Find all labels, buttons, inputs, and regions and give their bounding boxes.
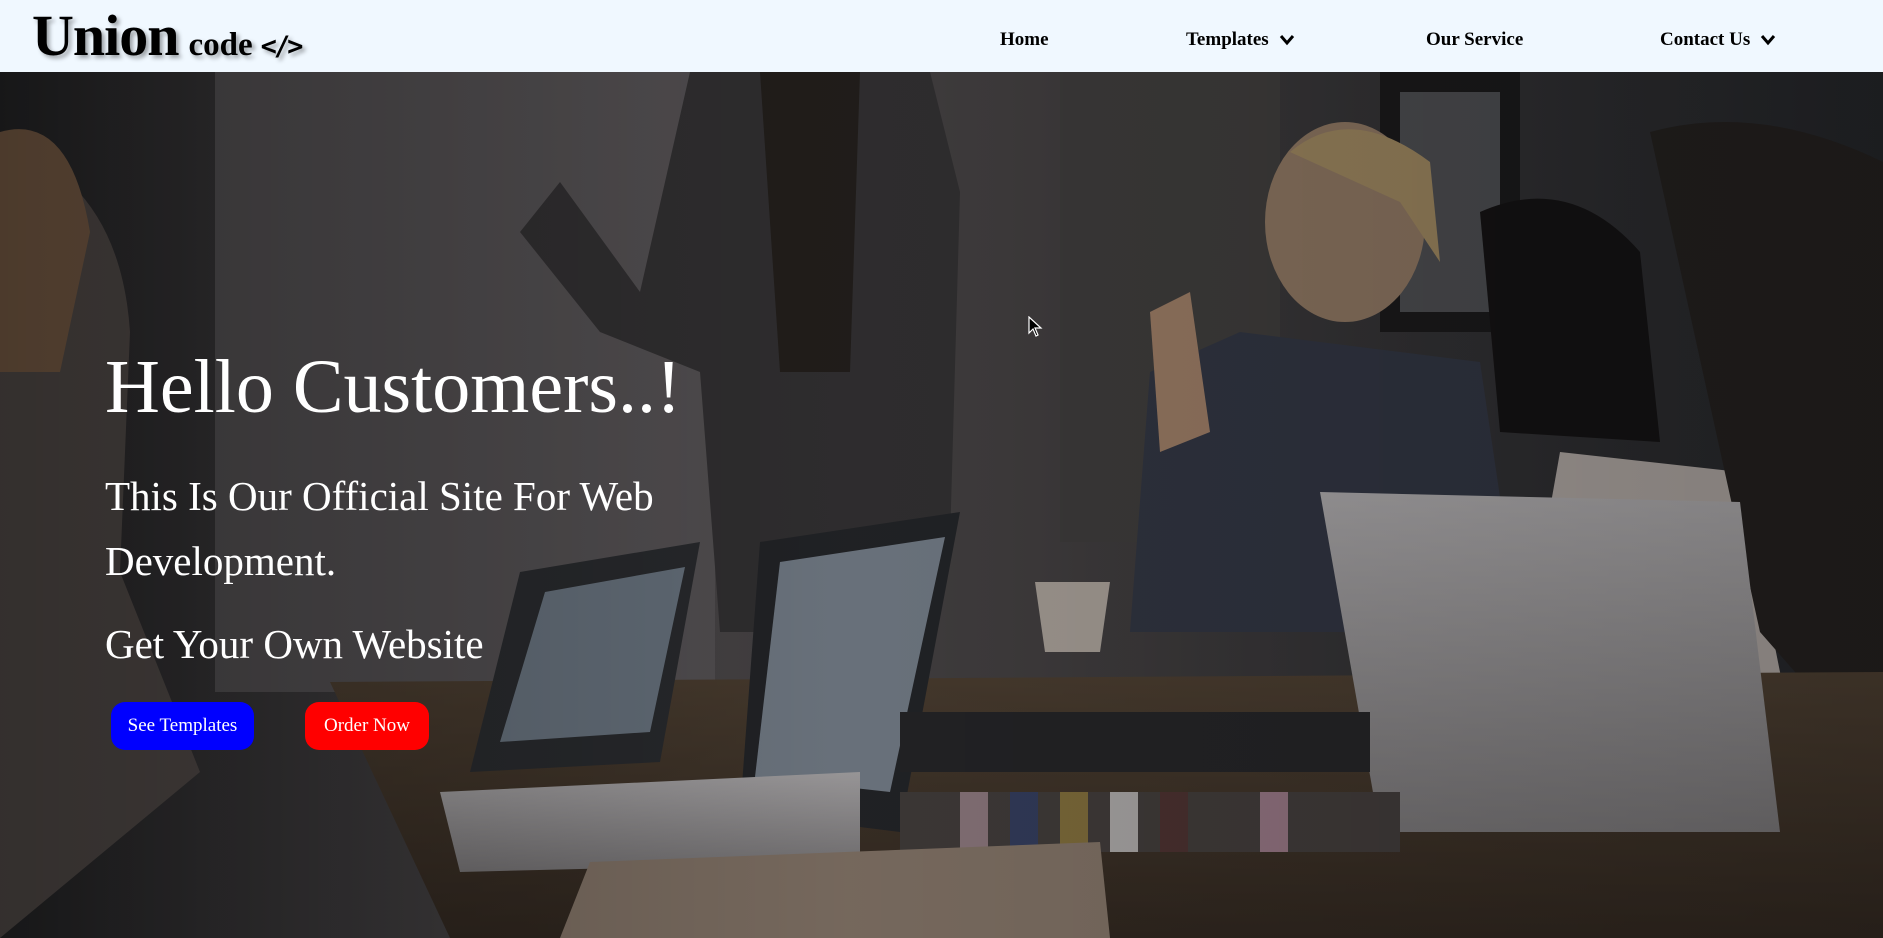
order-now-button[interactable]: Order Now <box>305 702 429 750</box>
site-logo[interactable]: Union code </> <box>32 2 304 70</box>
nav-contact-label: Contact Us <box>1660 29 1751 50</box>
code-icon: </> <box>260 31 304 62</box>
see-templates-button[interactable]: See Templates <box>111 702 254 750</box>
navbar: Union code </> Home Templates Our Servic… <box>0 0 1883 72</box>
nav-service-label: Our Service <box>1426 29 1524 50</box>
logo-main-text: Union <box>32 3 180 68</box>
chevron-down-icon <box>1761 35 1776 46</box>
nav-our-service[interactable]: Our Service <box>1426 0 1523 80</box>
hero-title: Hello Customers..! <box>105 345 682 429</box>
hero-subtitle: This Is Our Official Site For Web Develo… <box>105 473 654 584</box>
nav-home[interactable]: Home <box>1000 0 1049 80</box>
nav-templates-label: Templates <box>1186 29 1269 50</box>
nav-contact-us[interactable]: Contact Us <box>1660 0 1776 80</box>
nav-templates[interactable]: Templates <box>1186 0 1295 80</box>
logo-sub-text: code <box>188 27 253 63</box>
chevron-down-icon <box>1279 35 1294 46</box>
nav-home-label: Home <box>1000 29 1049 50</box>
hero-section: Hello Customers..! This Is Our Official … <box>0 72 1883 938</box>
hero-cta-heading: Get Your Own Website <box>105 621 484 667</box>
mouse-pointer-icon <box>1028 316 1043 337</box>
